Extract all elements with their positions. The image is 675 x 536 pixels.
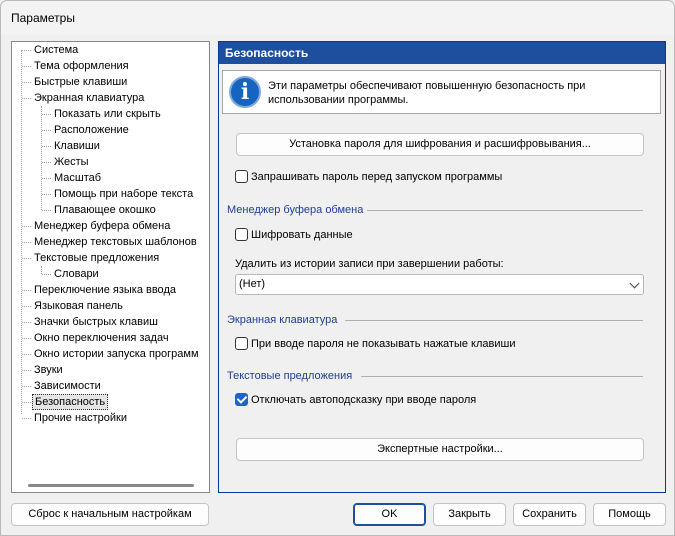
hide-keys-label: При вводе пароля не показывать нажатые к… <box>251 338 516 350</box>
tree-horizontal-scrollbar[interactable] <box>28 484 194 487</box>
tree-connector <box>22 402 31 403</box>
encrypt-data-checkbox[interactable] <box>235 228 248 241</box>
suggestions-section-title: Текстовые предложения <box>227 370 353 382</box>
tree-item-template-manager[interactable]: Менеджер текстовых шаблонов <box>32 234 199 250</box>
help-button[interactable]: Помощь <box>593 503 666 526</box>
tree-item-dictionaries[interactable]: Словари <box>52 266 101 282</box>
hide-keys-checkbox[interactable] <box>235 337 248 350</box>
save-button[interactable]: Сохранить <box>513 503 586 526</box>
tree-item-hotkey-icons[interactable]: Значки быстрых клавиш <box>32 314 160 330</box>
settings-window: Параметры Система Тема оформления Быстры… <box>0 0 675 536</box>
tree-item-keys[interactable]: Клавиши <box>52 138 102 154</box>
section-divider <box>361 376 643 377</box>
ask-password-label: Запрашивать пароль перед запуском програ… <box>251 171 503 183</box>
tree-item-gestures[interactable]: Жесты <box>52 154 91 170</box>
tree-item-typing-help[interactable]: Помощь при наборе текста <box>52 186 195 202</box>
tree-connector <box>22 66 31 67</box>
clipboard-section-title: Менеджер буфера обмена <box>227 204 364 216</box>
info-icon: i <box>229 76 261 108</box>
tree-connector <box>22 338 31 339</box>
tree-connector <box>22 386 31 387</box>
info-text: Эти параметры обеспечивают повышенную бе… <box>268 80 586 106</box>
close-button[interactable]: Закрыть <box>433 503 506 526</box>
tree-connector <box>22 82 31 83</box>
tree-connector <box>42 146 51 147</box>
delete-history-label: Удалить из истории записи при завершении… <box>235 258 504 270</box>
tree-item-sounds[interactable]: Звуки <box>32 362 65 378</box>
tree-connector <box>22 290 31 291</box>
ok-button[interactable]: OK <box>353 503 426 526</box>
tree-item-position[interactable]: Расположение <box>52 122 131 138</box>
tree-item-show-hide[interactable]: Показать или скрыть <box>52 106 163 122</box>
tree-connector <box>22 322 31 323</box>
tree-connector <box>21 50 22 414</box>
tree-item-language-bar[interactable]: Языковая панель <box>32 298 125 314</box>
section-divider <box>367 210 643 211</box>
tree-connector <box>22 258 31 259</box>
tree-connector <box>42 274 51 275</box>
encrypt-data-row[interactable]: Шифровать данные <box>235 227 635 243</box>
info-box: i Эти параметры обеспечивают повышенную … <box>222 70 661 114</box>
tree-item-theme[interactable]: Тема оформления <box>32 58 131 74</box>
hide-keys-row[interactable]: При вводе пароля не показывать нажатые к… <box>235 336 635 352</box>
tree-item-text-suggestions[interactable]: Текстовые предложения <box>32 250 161 266</box>
tree-item-language-switch[interactable]: Переключение языка ввода <box>32 282 178 298</box>
expert-settings-button[interactable]: Экспертные настройки... <box>236 438 644 461</box>
tree-item-task-switcher[interactable]: Окно переключения задач <box>32 330 171 346</box>
tree-connector <box>42 178 51 179</box>
encrypt-data-label: Шифровать данные <box>251 229 353 241</box>
disable-autosuggest-checkbox[interactable] <box>235 393 248 406</box>
tree-connector <box>22 50 31 51</box>
security-panel: Безопасность i Эти параметры обеспечиваю… <box>218 41 666 493</box>
tree-item-floating-window[interactable]: Плавающее окошко <box>52 202 158 218</box>
tree-connector <box>22 226 31 227</box>
keyboard-section-title: Экранная клавиатура <box>227 314 338 326</box>
tree-item-launch-history[interactable]: Окно истории запуска программ <box>32 346 201 362</box>
tree-item-onscreen-keyboard[interactable]: Экранная клавиатура <box>32 90 146 106</box>
section-divider <box>345 320 643 321</box>
tree-connector <box>22 418 31 419</box>
tree-item-scale[interactable]: Масштаб <box>52 170 103 186</box>
tree-item-hotkeys[interactable]: Быстрые клавиши <box>32 74 129 90</box>
disable-autosuggest-row[interactable]: Отключать автоподсказку при вводе пароля <box>235 392 635 408</box>
tree-connector <box>42 114 51 115</box>
tree-connector <box>22 306 31 307</box>
tree-item-clipboard-manager[interactable]: Менеджер буфера обмена <box>32 218 172 234</box>
delete-history-value: (Нет) <box>239 278 266 290</box>
ask-password-checkbox[interactable] <box>235 170 248 183</box>
ask-password-row[interactable]: Запрашивать пароль перед запуском програ… <box>235 169 635 185</box>
tree-item-system[interactable]: Система <box>32 42 80 58</box>
tree-item-other-settings[interactable]: Прочие настройки <box>32 410 129 426</box>
tree-item-security[interactable]: Безопасность <box>32 394 109 410</box>
chevron-down-icon <box>629 278 640 289</box>
tree-item-dependencies[interactable]: Зависимости <box>32 378 103 394</box>
settings-tree[interactable]: Система Тема оформления Быстрые клавиши … <box>11 41 210 493</box>
title-bar: Параметры <box>1 1 674 35</box>
tree-connector <box>22 98 31 99</box>
delete-history-select[interactable]: (Нет) <box>235 274 644 295</box>
reset-defaults-button[interactable]: Сброс к начальным настройкам <box>11 503 209 526</box>
tree-connector <box>42 130 51 131</box>
tree-connector <box>22 370 31 371</box>
tree-connector <box>42 162 51 163</box>
window-title: Параметры <box>11 11 75 25</box>
tree-connector <box>41 266 42 274</box>
tree-connector <box>42 194 51 195</box>
tree-connector <box>42 210 51 211</box>
tree-connector <box>22 242 31 243</box>
panel-header: Безопасность <box>219 42 665 64</box>
set-password-button[interactable]: Установка пароля для шифрования и расшиф… <box>236 133 644 156</box>
disable-autosuggest-label: Отключать автоподсказку при вводе пароля <box>251 394 477 406</box>
tree-connector <box>22 354 31 355</box>
